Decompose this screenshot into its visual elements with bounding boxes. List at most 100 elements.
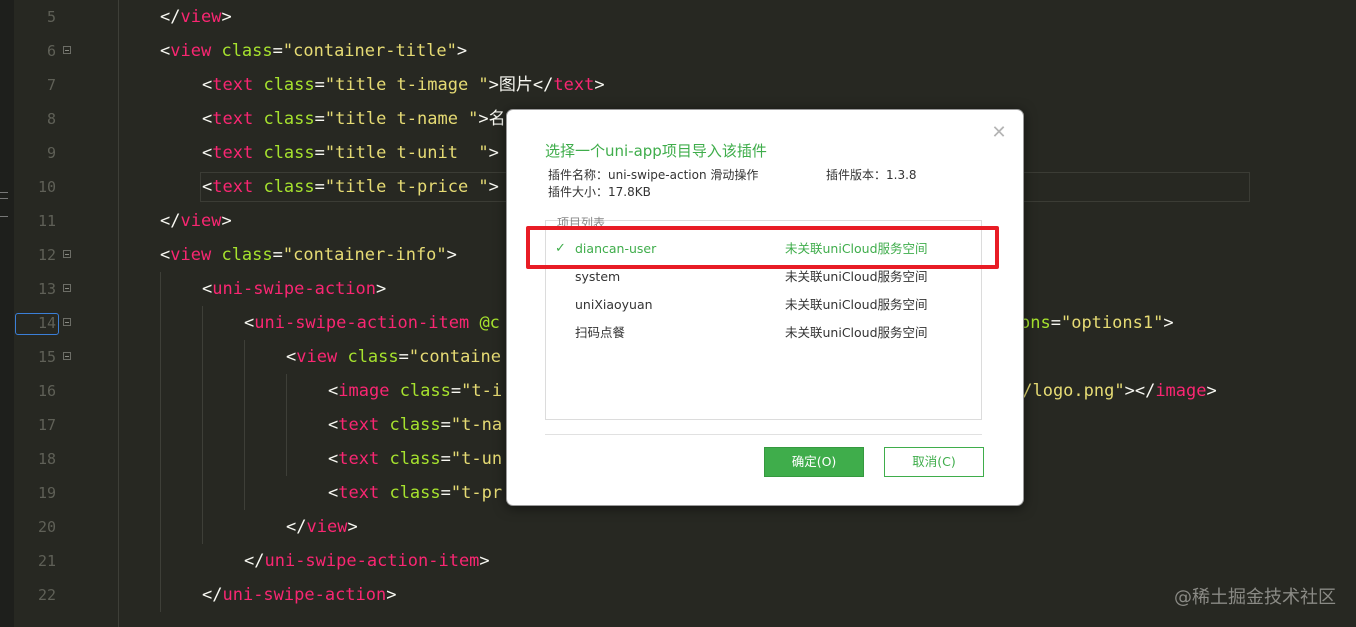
code-token: =	[272, 41, 283, 61]
fold-toggle-icon[interactable]	[63, 352, 71, 360]
code-token: class	[221, 41, 273, 61]
code-token: class	[221, 245, 273, 265]
code-token: >	[376, 279, 387, 299]
line-number: 21	[37, 552, 56, 570]
fold-toggle-icon[interactable]	[63, 250, 71, 258]
code-line: 20 </view>	[0, 510, 1356, 544]
plugin-size-info: 插件大小：17.8KB	[548, 183, 651, 200]
line-number: 5	[46, 8, 56, 26]
code-token: text	[212, 143, 254, 163]
code-token: >	[488, 143, 499, 163]
code-token: >	[594, 75, 605, 95]
indent-guide	[160, 272, 161, 612]
code-text: </uni-swipe-action>	[202, 578, 397, 612]
code-token: >	[221, 211, 232, 231]
line-number: 17	[37, 416, 56, 434]
fold-toggle-icon[interactable]	[63, 284, 71, 292]
close-icon[interactable]: ✕	[990, 124, 1008, 142]
dialog-title: 选择一个uni-app项目导入该插件	[545, 142, 767, 160]
code-token: =	[1050, 313, 1061, 333]
line-number: 10	[37, 178, 56, 196]
code-token: <	[202, 75, 213, 95]
line-number: 9	[46, 144, 56, 162]
code-token: class	[263, 75, 315, 95]
project-name: uniXiaoyuan	[575, 297, 653, 312]
code-token: class	[389, 449, 441, 469]
code-token: "title t-name "	[324, 109, 479, 129]
code-token: =	[450, 381, 462, 401]
code-token: text	[338, 449, 380, 469]
plugin-version-value: 1.3.8	[886, 168, 917, 182]
fold-toggle-icon[interactable]	[63, 318, 71, 326]
line-number: 15	[37, 348, 56, 366]
confirm-button[interactable]: 确定(O)	[764, 447, 864, 477]
list-item[interactable]: uniXiaoyuan 未关联uniCloud服务空间	[545, 291, 982, 319]
code-token: <	[160, 245, 171, 265]
code-token: <	[202, 109, 213, 129]
project-status: 未关联uniCloud服务空间	[785, 325, 928, 340]
code-token: class	[389, 483, 441, 503]
line-number: 19	[37, 484, 56, 502]
fold-toggle-icon[interactable]	[63, 46, 71, 54]
code-text: <text class="t-na	[328, 408, 502, 442]
dialog-divider	[545, 434, 982, 435]
list-item[interactable]: 扫码点餐 未关联uniCloud服务空间	[545, 319, 982, 347]
line-number: 8	[46, 110, 56, 128]
watermark: @稀土掘金技术社区	[1174, 587, 1336, 608]
code-token: view	[296, 347, 338, 367]
code-token: </	[202, 585, 223, 605]
code-token: class	[263, 177, 315, 197]
code-token: view	[180, 211, 222, 231]
code-token: uni-swipe-action	[212, 279, 377, 299]
cancel-button[interactable]: 取消(C)	[884, 447, 984, 477]
plugin-name-value: uni-swipe-action 滑动操作	[608, 168, 759, 182]
line-number: 13	[37, 280, 56, 298]
code-text: <text class="title t-name ">名	[202, 102, 506, 136]
code-line: 21 </uni-swipe-action-item>	[0, 544, 1356, 578]
code-token: text	[553, 75, 595, 95]
code-token: >图片</	[488, 75, 554, 95]
code-token: image	[1155, 381, 1207, 401]
code-text: <view class="container-info">	[160, 238, 457, 272]
code-token: >	[347, 517, 358, 537]
indent-guide	[286, 374, 287, 476]
code-token: >	[221, 7, 232, 27]
code-token: text	[212, 177, 254, 197]
code-token: "t-pr	[450, 483, 503, 503]
code-text: <uni-swipe-action-item @c	[244, 306, 500, 340]
code-text-tail: ons="options1">	[1020, 306, 1174, 340]
code-line: 6 <view class="container-title">	[0, 34, 1356, 68]
code-token: view	[170, 245, 212, 265]
code-token: >	[1206, 381, 1217, 401]
code-token: ons	[1020, 313, 1051, 333]
code-token: text	[338, 415, 380, 435]
line-number: 7	[46, 76, 56, 94]
plugin-version-label: 插件版本：	[826, 168, 887, 182]
code-token: ></	[1124, 381, 1156, 401]
code-token: <	[328, 381, 339, 401]
line-number: 22	[37, 586, 56, 604]
code-token: >	[1163, 313, 1174, 333]
code-token: >	[479, 551, 490, 571]
code-text: </view>	[160, 204, 232, 238]
code-text: <view class="container-title">	[160, 34, 467, 68]
code-token: =	[440, 449, 451, 469]
code-token: view	[180, 7, 222, 27]
code-token: <	[202, 177, 213, 197]
plugin-version-info: 插件版本：1.3.8	[826, 166, 917, 183]
code-token: <	[202, 143, 213, 163]
code-token: =	[440, 483, 451, 503]
code-token: =	[314, 143, 325, 163]
code-token: =	[314, 109, 325, 129]
code-token: <	[328, 449, 339, 469]
code-text: <text class="title t-image ">图片</text>	[202, 68, 605, 102]
plugin-name-label: 插件名称：	[548, 168, 609, 182]
line-number: 6	[46, 42, 56, 60]
code-token: <	[286, 347, 297, 367]
